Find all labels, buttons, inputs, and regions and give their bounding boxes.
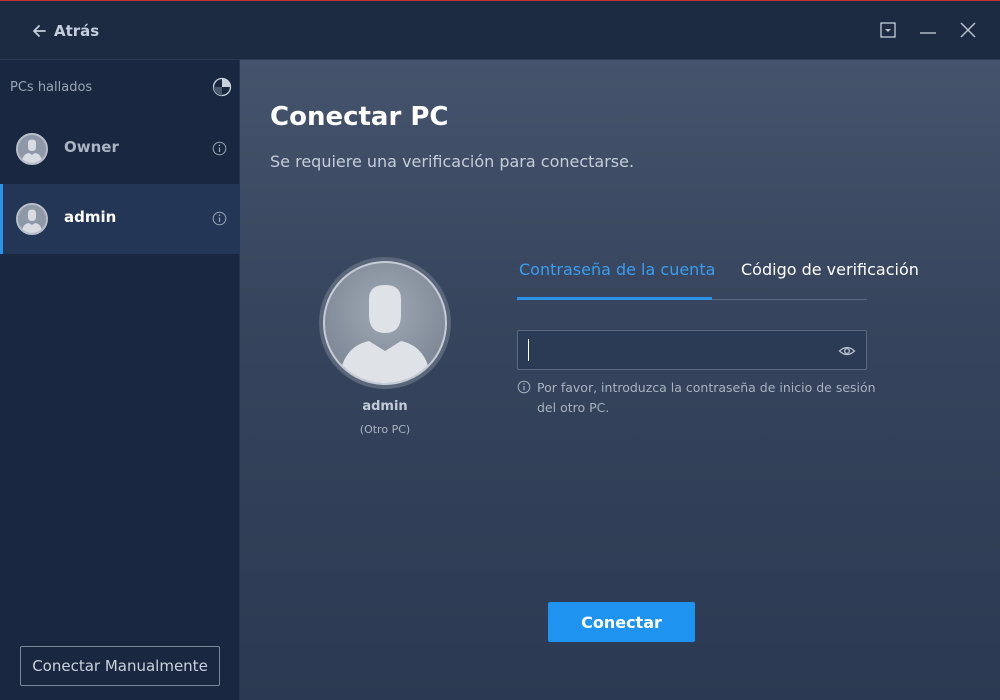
user-avatar-icon bbox=[339, 285, 431, 383]
dropdown-menu-icon bbox=[880, 22, 896, 38]
info-icon[interactable] bbox=[212, 141, 227, 156]
password-input[interactable] bbox=[528, 339, 828, 361]
active-tab-indicator bbox=[517, 297, 712, 300]
hint-text: Por favor, introduzca la contraseña de i… bbox=[537, 380, 876, 415]
connect-button[interactable]: Conectar bbox=[548, 602, 695, 642]
avatar bbox=[16, 133, 48, 165]
tab-account-password[interactable]: Contraseña de la cuenta bbox=[519, 260, 715, 279]
user-avatar-icon bbox=[18, 135, 46, 163]
sidebar-item-label: Owner bbox=[64, 138, 119, 156]
menu-button[interactable] bbox=[877, 19, 899, 41]
refresh-icon[interactable] bbox=[212, 77, 232, 97]
password-field bbox=[517, 330, 867, 370]
arrow-left-icon bbox=[33, 25, 46, 37]
title-bar: Atrás bbox=[0, 1, 1000, 60]
sidebar-item-label: admin bbox=[64, 208, 117, 226]
tab-verification-code[interactable]: Código de verificación bbox=[741, 260, 919, 279]
page-subtitle: Se requiere una verificación para conect… bbox=[270, 152, 635, 171]
sidebar: PCs hallados Owner admin Conectar Manual… bbox=[0, 60, 240, 700]
sidebar-item-admin[interactable]: admin bbox=[0, 184, 240, 254]
minimize-button[interactable] bbox=[917, 19, 939, 41]
sidebar-title: PCs hallados bbox=[10, 79, 93, 95]
eye-icon[interactable] bbox=[838, 342, 856, 360]
target-pc-type: (Otro PC) bbox=[359, 423, 411, 436]
sidebar-header: PCs hallados bbox=[10, 76, 232, 98]
back-button[interactable]: Atrás bbox=[30, 20, 99, 42]
close-icon bbox=[960, 22, 976, 38]
target-pc-name: admin bbox=[362, 399, 408, 414]
app-window: Atrás PCs hallados Owner admin Conectar … bbox=[0, 0, 1000, 700]
main-panel: Conectar PC Se requiere una verificación… bbox=[240, 60, 1000, 700]
info-icon bbox=[517, 380, 531, 394]
auth-tabs: Contraseña de la cuenta Código de verifi… bbox=[517, 250, 919, 300]
avatar bbox=[16, 203, 48, 235]
back-label: Atrás bbox=[54, 22, 100, 40]
minimize-icon bbox=[920, 32, 936, 34]
connect-manually-button[interactable]: Conectar Manualmente bbox=[20, 646, 220, 686]
page-title: Conectar PC bbox=[270, 102, 449, 132]
user-avatar-icon bbox=[18, 205, 46, 233]
sidebar-item-owner[interactable]: Owner bbox=[0, 114, 240, 184]
info-icon[interactable] bbox=[212, 211, 227, 226]
target-avatar bbox=[319, 257, 451, 389]
password-hint: Por favor, introduzca la contraseña de i… bbox=[517, 378, 877, 418]
close-button[interactable] bbox=[957, 19, 979, 41]
